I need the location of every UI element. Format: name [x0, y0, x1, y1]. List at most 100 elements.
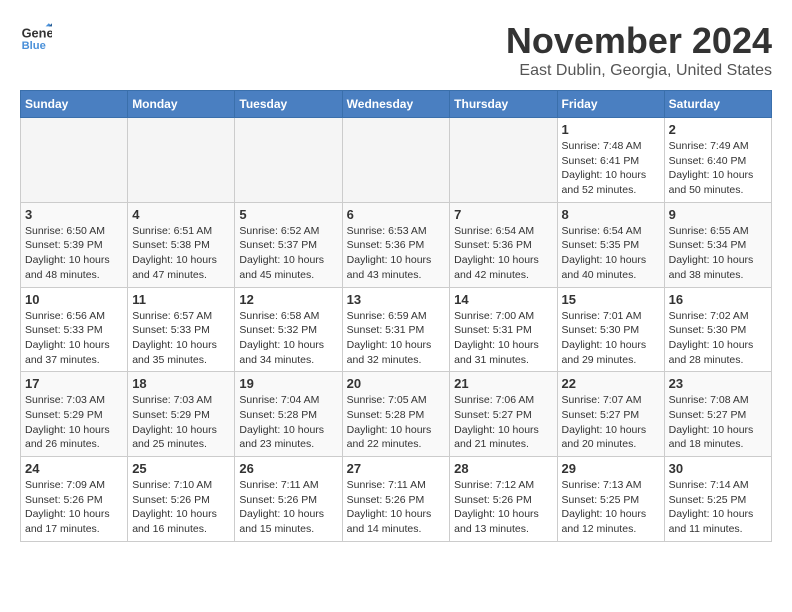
svg-text:Blue: Blue: [22, 40, 46, 52]
day-number: 10: [25, 292, 123, 307]
day-info: Sunrise: 7:13 AM Sunset: 5:25 PM Dayligh…: [562, 478, 660, 537]
day-info: Sunrise: 7:14 AM Sunset: 5:25 PM Dayligh…: [669, 478, 767, 537]
calendar-day-cell: 20 Sunrise: 7:05 AM Sunset: 5:28 PM Dayli…: [342, 372, 450, 457]
calendar-day-cell: 21 Sunrise: 7:06 AM Sunset: 5:27 PM Dayli…: [450, 372, 557, 457]
day-number: 15: [562, 292, 660, 307]
calendar-day-cell: 7 Sunrise: 6:54 AM Sunset: 5:36 PM Daylig…: [450, 202, 557, 287]
day-info: Sunrise: 7:03 AM Sunset: 5:29 PM Dayligh…: [25, 393, 123, 452]
calendar-day-cell: 26Sunrise: 7:11 AM Sunset: 5:26 PM Dayli…: [235, 457, 342, 542]
day-number: 27: [347, 461, 446, 476]
day-info: Sunrise: 6:51 AM Sunset: 5:38 PM Dayligh…: [132, 224, 230, 283]
day-info: Sunrise: 6:59 AM Sunset: 5:31 PM Dayligh…: [347, 309, 446, 368]
calendar-day-cell: 16 Sunrise: 7:02 AM Sunset: 5:30 PM Dayli…: [664, 287, 771, 372]
day-info: Sunrise: 7:02 AM Sunset: 5:30 PM Dayligh…: [669, 309, 767, 368]
calendar-day-cell: [128, 118, 235, 203]
day-number: 13: [347, 292, 446, 307]
day-number: 7: [454, 207, 552, 222]
day-number: 14: [454, 292, 552, 307]
day-info: Sunrise: 6:50 AM Sunset: 5:39 PM Dayligh…: [25, 224, 123, 283]
calendar-day-cell: 13 Sunrise: 6:59 AM Sunset: 5:31 PM Dayli…: [342, 287, 450, 372]
calendar-day-cell: 11Sunrise: 6:57 AM Sunset: 5:33 PM Dayli…: [128, 287, 235, 372]
day-number: 20: [347, 376, 446, 391]
day-info: Sunrise: 7:48 AM Sunset: 6:41 PM Dayligh…: [562, 139, 660, 198]
calendar-day-cell: 10 Sunrise: 6:56 AM Sunset: 5:33 PM Dayli…: [21, 287, 128, 372]
day-number: 19: [239, 376, 337, 391]
calendar-week-row: 24Sunrise: 7:09 AM Sunset: 5:26 PM Dayli…: [21, 457, 772, 542]
day-info: Sunrise: 6:53 AM Sunset: 5:36 PM Dayligh…: [347, 224, 446, 283]
calendar-day-cell: 3 Sunrise: 6:50 AM Sunset: 5:39 PM Daylig…: [21, 202, 128, 287]
calendar-week-row: 1 Sunrise: 7:48 AM Sunset: 6:41 PM Daylig…: [21, 118, 772, 203]
calendar-week-row: 3 Sunrise: 6:50 AM Sunset: 5:39 PM Daylig…: [21, 202, 772, 287]
logo: General Blue: [20, 20, 52, 52]
day-info: Sunrise: 6:54 AM Sunset: 5:36 PM Dayligh…: [454, 224, 552, 283]
calendar-day-cell: 4 Sunrise: 6:51 AM Sunset: 5:38 PM Daylig…: [128, 202, 235, 287]
day-info: Sunrise: 6:57 AM Sunset: 5:33 PM Dayligh…: [132, 309, 230, 368]
location-title: East Dublin, Georgia, United States: [506, 62, 772, 80]
day-number: 25: [132, 461, 230, 476]
day-number: 18: [132, 376, 230, 391]
calendar-day-cell: [21, 118, 128, 203]
calendar-day-cell: [342, 118, 450, 203]
day-number: 26: [239, 461, 337, 476]
day-number: 8: [562, 207, 660, 222]
day-info: Sunrise: 6:54 AM Sunset: 5:35 PM Dayligh…: [562, 224, 660, 283]
calendar-day-cell: 18 Sunrise: 7:03 AM Sunset: 5:29 PM Dayli…: [128, 372, 235, 457]
day-of-week-header: Tuesday: [235, 91, 342, 118]
day-info: Sunrise: 7:01 AM Sunset: 5:30 PM Dayligh…: [562, 309, 660, 368]
calendar-day-cell: 22 Sunrise: 7:07 AM Sunset: 5:27 PM Dayli…: [557, 372, 664, 457]
day-number: 2: [669, 122, 767, 137]
day-number: 5: [239, 207, 337, 222]
day-of-week-header: Wednesday: [342, 91, 450, 118]
calendar-day-cell: 24Sunrise: 7:09 AM Sunset: 5:26 PM Dayli…: [21, 457, 128, 542]
day-of-week-header: Saturday: [664, 91, 771, 118]
day-number: 28: [454, 461, 552, 476]
day-number: 4: [132, 207, 230, 222]
day-of-week-header: Sunday: [21, 91, 128, 118]
day-of-week-header: Monday: [128, 91, 235, 118]
calendar-day-cell: 30 Sunrise: 7:14 AM Sunset: 5:25 PM Dayli…: [664, 457, 771, 542]
calendar-day-cell: 25Sunrise: 7:10 AM Sunset: 5:26 PM Dayli…: [128, 457, 235, 542]
day-number: 22: [562, 376, 660, 391]
day-info: Sunrise: 7:05 AM Sunset: 5:28 PM Dayligh…: [347, 393, 446, 452]
calendar-week-row: 10 Sunrise: 6:56 AM Sunset: 5:33 PM Dayli…: [21, 287, 772, 372]
day-number: 1: [562, 122, 660, 137]
header: General Blue November 2024 East Dublin, …: [20, 20, 772, 80]
calendar-day-cell: 27 Sunrise: 7:11 AM Sunset: 5:26 PM Dayli…: [342, 457, 450, 542]
day-info: Sunrise: 7:00 AM Sunset: 5:31 PM Dayligh…: [454, 309, 552, 368]
calendar-day-cell: 8 Sunrise: 6:54 AM Sunset: 5:35 PM Daylig…: [557, 202, 664, 287]
day-info: Sunrise: 7:04 AM Sunset: 5:28 PM Dayligh…: [239, 393, 337, 452]
day-number: 24: [25, 461, 123, 476]
title-area: November 2024 East Dublin, Georgia, Unit…: [506, 20, 772, 80]
month-title: November 2024: [506, 20, 772, 62]
day-info: Sunrise: 7:03 AM Sunset: 5:29 PM Dayligh…: [132, 393, 230, 452]
day-info: Sunrise: 7:08 AM Sunset: 5:27 PM Dayligh…: [669, 393, 767, 452]
day-number: 21: [454, 376, 552, 391]
logo-icon: General Blue: [20, 20, 52, 52]
day-info: Sunrise: 7:07 AM Sunset: 5:27 PM Dayligh…: [562, 393, 660, 452]
calendar-day-cell: 1 Sunrise: 7:48 AM Sunset: 6:41 PM Daylig…: [557, 118, 664, 203]
day-of-week-header: Thursday: [450, 91, 557, 118]
day-info: Sunrise: 7:06 AM Sunset: 5:27 PM Dayligh…: [454, 393, 552, 452]
day-info: Sunrise: 6:58 AM Sunset: 5:32 PM Dayligh…: [239, 309, 337, 368]
svg-text:General: General: [22, 26, 52, 41]
day-number: 9: [669, 207, 767, 222]
day-info: Sunrise: 7:11 AM Sunset: 5:26 PM Dayligh…: [347, 478, 446, 537]
calendar-day-cell: [235, 118, 342, 203]
calendar-day-cell: 17Sunrise: 7:03 AM Sunset: 5:29 PM Dayli…: [21, 372, 128, 457]
calendar-day-cell: 28Sunrise: 7:12 AM Sunset: 5:26 PM Dayli…: [450, 457, 557, 542]
day-number: 16: [669, 292, 767, 307]
calendar-week-row: 17Sunrise: 7:03 AM Sunset: 5:29 PM Dayli…: [21, 372, 772, 457]
day-info: Sunrise: 6:56 AM Sunset: 5:33 PM Dayligh…: [25, 309, 123, 368]
day-number: 23: [669, 376, 767, 391]
day-info: Sunrise: 7:49 AM Sunset: 6:40 PM Dayligh…: [669, 139, 767, 198]
day-number: 12: [239, 292, 337, 307]
calendar-day-cell: 5 Sunrise: 6:52 AM Sunset: 5:37 PM Daylig…: [235, 202, 342, 287]
calendar-day-cell: 23 Sunrise: 7:08 AM Sunset: 5:27 PM Dayli…: [664, 372, 771, 457]
day-info: Sunrise: 6:52 AM Sunset: 5:37 PM Dayligh…: [239, 224, 337, 283]
calendar-day-cell: [450, 118, 557, 203]
calendar-header-row: SundayMondayTuesdayWednesdayThursdayFrid…: [21, 91, 772, 118]
day-info: Sunrise: 6:55 AM Sunset: 5:34 PM Dayligh…: [669, 224, 767, 283]
day-number: 3: [25, 207, 123, 222]
day-of-week-header: Friday: [557, 91, 664, 118]
day-number: 30: [669, 461, 767, 476]
